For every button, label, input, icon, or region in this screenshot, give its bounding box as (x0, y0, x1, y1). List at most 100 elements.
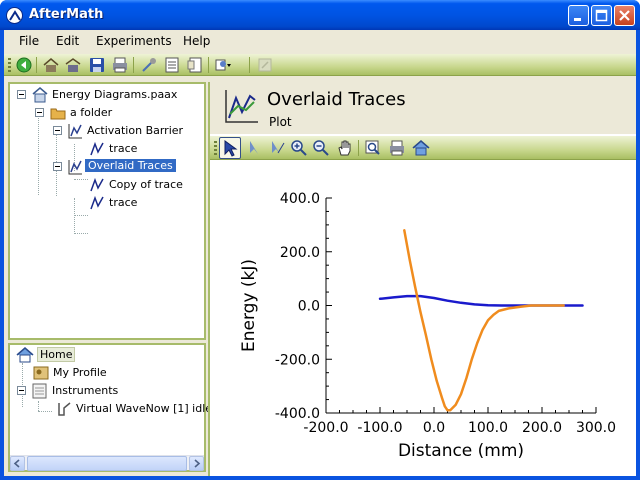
tree-label: Energy Diagrams.paax (52, 88, 178, 101)
tree-connector (74, 215, 88, 216)
toolbar-separator (36, 57, 37, 73)
y-axis-label: Energy (kJ) (239, 259, 259, 352)
plot-header: Overlaid Traces Plot (210, 82, 636, 134)
plot-view-panel: Overlaid Traces Plot 400.0 200.0 0.0 -20… (208, 82, 636, 476)
page-title: Overlaid Traces (267, 89, 406, 110)
home-icon (16, 347, 34, 363)
tree-node-folder[interactable]: a folder (32, 104, 202, 122)
line-chart[interactable]: 400.0200.00.0-200.0-400.0-200.0 -100.0 0.0… (210, 161, 636, 476)
settings-dropdown-icon[interactable] (214, 56, 232, 74)
print-plot-icon[interactable] (388, 139, 406, 157)
tree-connector (74, 179, 88, 180)
zoom-in-icon[interactable] (290, 139, 308, 157)
y-tick-label: -200.0 (275, 352, 320, 368)
document-icon[interactable] (186, 56, 204, 74)
collapse-toggle[interactable] (53, 126, 62, 135)
nav-item-home[interactable]: Home (14, 346, 134, 364)
x-tick-label: -200.0 (303, 420, 348, 436)
tree-node-trace[interactable]: trace (88, 140, 198, 158)
probe-icon[interactable] (140, 56, 158, 74)
aftermath-logo-icon (6, 7, 23, 24)
toolbar-grip[interactable] (8, 58, 11, 72)
menu-file[interactable]: File (19, 34, 39, 48)
title-bar[interactable]: AfterMath (0, 0, 640, 30)
menu-edit[interactable]: Edit (56, 34, 79, 48)
trace-icon (90, 177, 104, 192)
notes-icon[interactable] (163, 56, 181, 74)
tree-node-trace[interactable]: trace (88, 194, 198, 212)
tree-node-copy-of-trace[interactable]: Copy of trace (88, 176, 204, 194)
zoom-box-icon[interactable] (364, 139, 382, 157)
x-tick-label: 0.0 (423, 420, 445, 436)
back-icon[interactable] (15, 56, 33, 74)
tree-node-root[interactable]: Energy Diagrams.paax (14, 86, 204, 104)
tree-node-activation-barrier[interactable]: Activation Barrier (50, 122, 202, 140)
tree-label-selected: Overlaid Traces (85, 159, 176, 172)
scrollbar-thumb[interactable] (27, 456, 187, 471)
nav-label: Virtual WaveNow [1] idle (76, 402, 213, 415)
x-tick-label: 300.0 (576, 420, 616, 436)
toolbar-grip[interactable] (214, 141, 217, 155)
close-icon (619, 10, 630, 21)
series-line-1 (378, 294, 584, 307)
tree-connector (38, 401, 39, 411)
print-icon[interactable] (111, 56, 129, 74)
archive-icon[interactable] (64, 56, 82, 74)
tree-label: Copy of trace (109, 178, 183, 191)
menu-help[interactable]: Help (183, 34, 210, 48)
collapse-toggle[interactable] (17, 386, 26, 395)
x-tick-label: 100.0 (468, 420, 508, 436)
nav-item-virtual-wavenow[interactable]: Virtual WaveNow [1] idle (56, 400, 212, 418)
toolbar-separator (249, 57, 250, 73)
nav-item-my-profile[interactable]: My Profile (32, 364, 152, 382)
tree-label: a folder (70, 106, 113, 119)
toolbar-separator (133, 57, 134, 73)
select-range-icon[interactable] (268, 139, 286, 157)
scroll-right-button[interactable] (189, 456, 204, 471)
toolbar-separator (358, 140, 359, 156)
home-view-icon[interactable] (412, 139, 430, 157)
maximize-icon (595, 9, 608, 22)
x-tick-label: -100.0 (357, 420, 402, 436)
nav-item-instruments[interactable]: Instruments (14, 382, 164, 400)
profile-icon (33, 366, 49, 380)
tree-label: trace (109, 196, 138, 209)
pointer-tool-button[interactable] (219, 137, 241, 159)
tree-node-overlaid-traces[interactable]: Overlaid Traces (50, 158, 202, 176)
pan-hand-icon[interactable] (336, 139, 354, 157)
window-client-area: File Edit Experiments Help Energy Diagra… (4, 30, 636, 476)
nav-label: My Profile (53, 366, 107, 379)
plot-large-icon (225, 90, 258, 123)
select-point-icon[interactable] (246, 139, 264, 157)
collapse-toggle[interactable] (35, 108, 44, 117)
add-folder-icon[interactable] (42, 56, 60, 74)
y-tick-label: 400.0 (280, 191, 320, 207)
series-line-2 (403, 229, 565, 412)
zoom-out-icon[interactable] (312, 139, 330, 157)
nav-label: Instruments (52, 384, 119, 397)
menu-experiments[interactable]: Experiments (96, 34, 172, 48)
close-button[interactable] (614, 5, 635, 26)
maximize-button[interactable] (591, 5, 612, 26)
collapse-toggle[interactable] (17, 90, 26, 99)
chevron-left-icon (13, 459, 20, 468)
tree-label: Activation Barrier (87, 124, 184, 137)
toolbar-separator (208, 57, 209, 73)
x-tick-label: 200.0 (522, 420, 562, 436)
folder-icon (50, 108, 66, 120)
minimize-button[interactable] (568, 5, 589, 26)
collapse-toggle[interactable] (53, 162, 62, 171)
experiment-tree-panel[interactable]: Energy Diagrams.paax a folder Activation… (8, 82, 206, 340)
navigation-panel[interactable]: Home My Profile Instruments Virtual Wave… (8, 343, 212, 472)
horizontal-scrollbar[interactable] (10, 455, 204, 471)
scroll-left-button[interactable] (10, 456, 25, 471)
main-toolbar (4, 54, 636, 76)
plot-icon (68, 160, 82, 175)
disabled-action-icon (258, 58, 272, 72)
window-title: AfterMath (29, 7, 104, 22)
minimize-icon (574, 18, 581, 21)
chart-area[interactable]: 400.0 200.0 0.0 -200.0 -400.0 -200.0 -100.0 0.0… (210, 161, 636, 476)
instrument-device-icon (58, 402, 71, 416)
instruments-icon (32, 383, 47, 399)
save-icon[interactable] (88, 56, 106, 74)
